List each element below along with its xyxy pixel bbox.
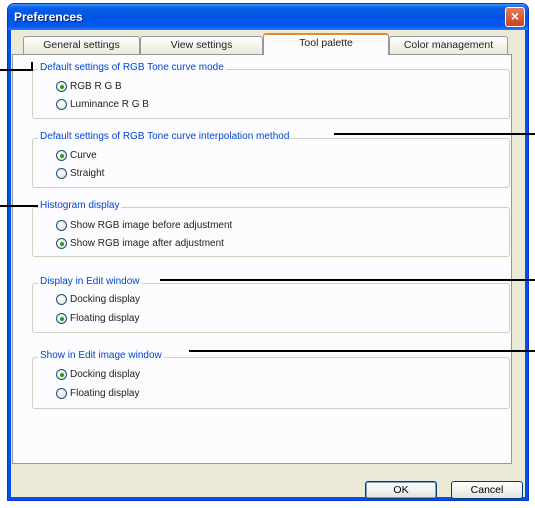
radio-label: Show RGB image after adjustment	[70, 238, 224, 249]
radio-label: Show RGB image before adjustment	[70, 220, 233, 231]
window-frame-left	[8, 30, 11, 500]
tab-label: View settings	[170, 39, 233, 51]
radio-button-icon	[56, 388, 67, 399]
radio-button-icon	[56, 81, 67, 92]
radio-button-icon	[56, 294, 67, 305]
tab-tool-palette[interactable]: Tool palette	[263, 33, 389, 55]
callout-line	[189, 350, 535, 352]
ok-button[interactable]: OK	[365, 481, 437, 499]
callout-line	[334, 133, 535, 135]
group-title: Display in Edit window	[38, 276, 142, 287]
radio-button-icon	[56, 369, 67, 380]
cancel-button[interactable]: Cancel	[451, 481, 523, 499]
title-bar[interactable]: Preferences ×	[8, 4, 528, 30]
close-icon: ×	[510, 8, 520, 24]
group-interpolation-method	[32, 138, 510, 188]
radio-button-icon	[56, 99, 67, 110]
tab-general-settings[interactable]: General settings	[23, 36, 140, 54]
radio-button-icon	[56, 220, 67, 231]
tab-view-settings[interactable]: View settings	[140, 36, 263, 54]
radio-label: Straight	[70, 168, 105, 179]
radio-label: Docking display	[70, 369, 141, 380]
group-rgb-tone-curve-mode	[32, 69, 510, 119]
group-title: Histogram display	[38, 200, 122, 211]
radio-label: Curve	[70, 150, 97, 161]
callout-line	[160, 279, 535, 281]
tab-label: Color management	[403, 39, 494, 51]
close-button[interactable]: ×	[505, 7, 525, 27]
radio-button-icon	[56, 313, 67, 324]
window-title: Preferences	[14, 10, 83, 24]
radio-button-icon	[56, 150, 67, 161]
radio-button-icon	[56, 238, 67, 249]
tab-label: General settings	[43, 39, 120, 51]
group-display-in-edit-window	[32, 283, 510, 333]
radio-label: Luminance R G B	[70, 99, 149, 110]
tab-label: Tool palette	[299, 37, 353, 49]
callout-line	[0, 205, 38, 207]
tab-color-management[interactable]: Color management	[389, 36, 508, 54]
group-title: Default settings of RGB Tone curve inter…	[38, 131, 292, 142]
radio-label: Floating display	[70, 313, 140, 324]
group-show-in-edit-image-window	[32, 357, 510, 409]
radio-label: RGB R G B	[70, 81, 122, 92]
radio-label: Floating display	[70, 388, 140, 399]
group-title: Default settings of RGB Tone curve mode	[38, 62, 226, 73]
window-frame-right	[525, 30, 528, 500]
radio-button-icon	[56, 168, 67, 179]
group-title: Show in Edit image window	[38, 350, 164, 361]
callout-line	[0, 69, 32, 71]
callout-line	[31, 62, 33, 71]
window-frame-bottom	[8, 497, 528, 500]
radio-label: Docking display	[70, 294, 141, 305]
